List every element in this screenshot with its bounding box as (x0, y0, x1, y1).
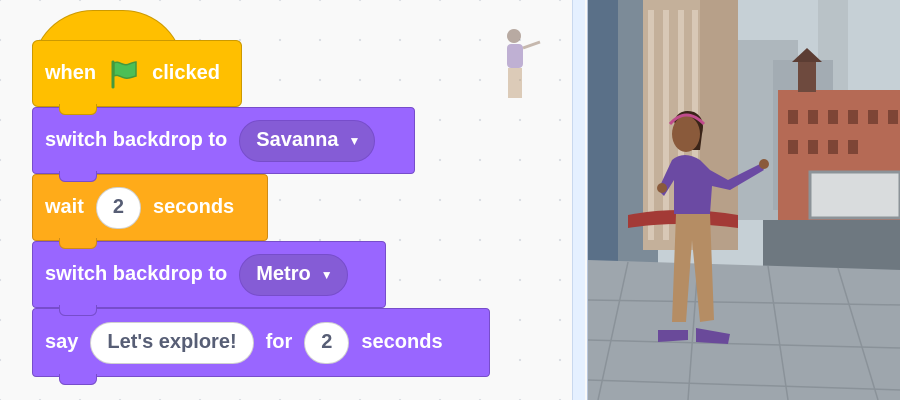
block-label: switch backdrop to (45, 263, 228, 285)
dropdown-value: Metro (256, 263, 311, 285)
seconds-input[interactable]: 2 (95, 186, 142, 229)
backdrop-dropdown[interactable]: Savanna ▼ (239, 119, 376, 162)
input-value: Let's explore! (107, 331, 237, 353)
dropdown-value: Savanna (256, 129, 339, 151)
switch-backdrop-block[interactable]: switch backdrop to Metro ▼ (32, 241, 386, 316)
panel-divider (572, 0, 585, 400)
block-notch (59, 104, 97, 115)
switch-backdrop-block[interactable]: switch backdrop to Savanna ▼ (32, 107, 415, 182)
input-value: 2 (112, 196, 125, 218)
green-flag-icon (111, 60, 137, 88)
wait-block[interactable]: wait 2 seconds (32, 174, 268, 249)
code-area[interactable]: when clicked switch backdrop to Savanna … (0, 0, 572, 400)
caret-down-icon: ▼ (320, 267, 333, 282)
block-label: for (265, 331, 293, 353)
say-for-seconds-block[interactable]: say Let's explore! for 2 seconds (32, 308, 490, 385)
block-notch (59, 238, 97, 249)
input-value: 2 (321, 331, 333, 353)
block-notch (59, 171, 97, 182)
when-flag-clicked-block[interactable]: when clicked (32, 40, 242, 115)
block-label: clicked (152, 62, 220, 84)
caret-down-icon: ▼ (348, 133, 361, 148)
backdrop-dropdown[interactable]: Metro ▼ (239, 253, 348, 296)
block-label: switch backdrop to (45, 129, 228, 151)
block-label: seconds (153, 196, 235, 218)
stage-backdrop-metro (588, 0, 900, 400)
message-input[interactable]: Let's explore! (90, 321, 254, 364)
sprite-thumbnail-ghost (507, 29, 541, 98)
block-label: when (45, 62, 97, 84)
block-label: wait (45, 196, 84, 218)
block-notch (59, 305, 97, 316)
block-label: say (45, 331, 79, 353)
seconds-input[interactable]: 2 (304, 321, 350, 364)
stage[interactable] (587, 0, 900, 400)
block-notch (59, 374, 97, 385)
block-label: seconds (361, 331, 443, 353)
